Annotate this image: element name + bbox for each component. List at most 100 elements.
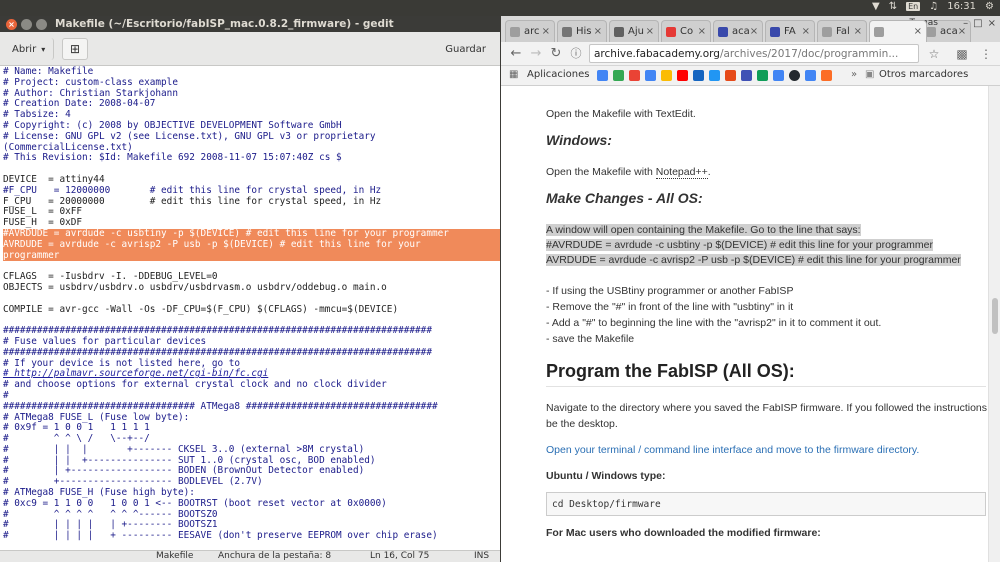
browser-tab[interactable]: arc ×	[505, 20, 555, 42]
other-bookmarks[interactable]: Otros marcadores	[879, 69, 968, 80]
bookmark-indigo-icon[interactable]	[741, 70, 752, 81]
gear-icon	[614, 26, 624, 37]
heading-make-changes: Make Changes - All OS:	[546, 190, 703, 206]
browser-tab[interactable]: aca ×	[713, 20, 763, 42]
bookmark-blue-icon[interactable]	[709, 70, 720, 81]
close-tab-icon[interactable]: ×	[802, 26, 810, 37]
code-content[interactable]: # Name: Makefile # Project: custom-class …	[0, 66, 500, 542]
history-icon	[562, 26, 572, 37]
list-item-usbtiny: - If using the USBtiny programmer or ano…	[546, 285, 794, 297]
browser-tab-label: His	[576, 26, 592, 37]
heading-program-fabisp: Program the FabISP (All OS):	[546, 361, 795, 381]
close-tab-icon[interactable]: ×	[646, 26, 654, 37]
bookmark-green-icon[interactable]	[757, 70, 768, 81]
fab-icon	[718, 26, 728, 37]
bookmark-calendar-icon[interactable]	[805, 70, 816, 81]
wifi-icon[interactable]: ▼	[872, 1, 880, 12]
browser-tab-label: aca	[732, 26, 750, 37]
apps-grid-icon[interactable]: ▦	[509, 69, 518, 80]
bookmark-google2-icon[interactable]	[773, 70, 784, 81]
browser-tab[interactable]: ×	[869, 20, 927, 42]
reload-icon[interactable]: ↻	[547, 45, 565, 63]
close-icon[interactable]: ×	[988, 18, 996, 29]
code-line[interactable]: #F_CPU = 12000000 # edit this line for c…	[3, 185, 500, 197]
paragraph-notepad-post: .	[707, 166, 711, 178]
close-icon[interactable]: ×	[6, 18, 17, 30]
language-selector[interactable]: Makefile	[156, 551, 193, 561]
code-line[interactable]: COMPILE = avr-gcc -Wall -Os -DF_CPU=$(F_…	[3, 304, 500, 316]
code-line[interactable]: # This Revision: $Id: Makefile 692 2008-…	[3, 153, 500, 164]
back-icon[interactable]: ←	[507, 45, 525, 63]
minimize-icon[interactable]: –	[963, 18, 968, 29]
web-page-content: Open the Makefile with TextEdit. Windows…	[501, 86, 1000, 562]
code-line[interactable]: OBJECTS = usbdrv/usbdrv.o usbdrv/usbdrva…	[3, 282, 500, 294]
url-host: archive.fabacademy.org	[594, 47, 720, 60]
bookmark-github-icon[interactable]	[789, 70, 800, 81]
code-block[interactable]: cd Desktop/firmware	[546, 492, 986, 516]
bookmark-youtube-icon[interactable]	[677, 70, 688, 81]
keyboard-layout-indicator[interactable]: En	[906, 2, 921, 11]
bookmark-gmail-icon[interactable]	[629, 70, 640, 81]
bookmark-gitlab-icon[interactable]	[821, 70, 832, 81]
scrollbar-thumb[interactable]	[992, 298, 998, 334]
close-tab-icon[interactable]: ×	[542, 26, 550, 37]
code-line[interactable]: # | | | | + --------- EESAVE (don't pres…	[3, 530, 500, 542]
bookmark-orange-icon[interactable]	[725, 70, 736, 81]
gedit-toolbar: Abrir ▾ ⊞ Guardar	[0, 32, 500, 66]
browser-tab-label: Aju	[628, 26, 644, 37]
extension-icon[interactable]: ▩	[953, 45, 971, 63]
volume-icon[interactable]: ♫	[929, 1, 938, 12]
code-line[interactable]: # License: GNU GPL v2 (see License.txt),…	[3, 131, 500, 143]
bookmark-slides-icon[interactable]	[661, 70, 672, 81]
bookmark-docs-icon[interactable]	[645, 70, 656, 81]
overflow-chevron-icon[interactable]: »	[851, 69, 857, 80]
browser-tab[interactable]: Aju ×	[609, 20, 659, 42]
paragraph-window-opens: A window will open containing the Makefi…	[546, 224, 861, 236]
close-tab-icon[interactable]: ×	[698, 26, 706, 37]
bookmarks-bar: ▦ Aplicaciones » ▣ Otros marcadores	[501, 66, 1000, 86]
browser-tab[interactable]: Co ×	[661, 20, 711, 42]
close-tab-icon[interactable]: ×	[914, 26, 922, 37]
code-line[interactable]: # Creation Date: 2008-04-07	[3, 99, 500, 110]
page-scrollbar[interactable]	[988, 86, 1000, 562]
save-button[interactable]: Guardar	[437, 38, 494, 60]
bluetooth-icon[interactable]: ⇅	[889, 1, 897, 12]
clock[interactable]: 16:31	[947, 1, 976, 12]
forward-icon[interactable]: →	[527, 45, 545, 63]
open-button[interactable]: Abrir ▾	[4, 38, 55, 60]
bookmark-drive-icon[interactable]	[613, 70, 624, 81]
menu-icon[interactable]: ⋮	[977, 45, 995, 63]
info-icon[interactable]: ⓘ	[567, 45, 585, 63]
power-gear-icon[interactable]: ⚙	[985, 1, 994, 12]
close-tab-icon[interactable]: ×	[750, 26, 758, 37]
chrome-window: arc×His×Aju×Co×aca×FA×Fal××aca× Tomas – …	[501, 16, 1000, 562]
tab-strip: arc×His×Aju×Co×aca×FA×Fal××aca× Tomas – …	[501, 16, 1000, 42]
new-document-button[interactable]: ⊞	[62, 38, 88, 60]
tab-width-selector[interactable]: Anchura de la pestaña: 8	[218, 551, 331, 561]
minimize-icon[interactable]	[21, 18, 32, 30]
browser-tab[interactable]: His ×	[557, 20, 607, 42]
code-line[interactable]: ################################## ATMeg…	[3, 401, 500, 413]
maximize-icon[interactable]: □	[973, 18, 982, 29]
folder-icon: ▣	[865, 69, 875, 80]
notepad-link[interactable]: Notepad++	[655, 166, 708, 179]
browser-tab[interactable]: Fal ×	[817, 20, 867, 42]
apps-bookmark[interactable]: Aplicaciones	[527, 69, 589, 80]
bookmark-google-icon[interactable]	[597, 70, 608, 81]
code-line[interactable]: programmer	[3, 250, 500, 262]
star-icon[interactable]: ☆	[925, 45, 943, 63]
bookmark-dsp-icon[interactable]	[693, 70, 704, 81]
code-line[interactable]: # and choose options for external crysta…	[3, 379, 500, 391]
page-icon	[822, 26, 832, 37]
browser-tab[interactable]: FA ×	[765, 20, 815, 42]
address-bar[interactable]: archive.fabacademy.org/archives/2017/doc…	[589, 44, 919, 63]
text-editor[interactable]: # Name: Makefile # Project: custom-class …	[0, 66, 500, 550]
close-tab-icon[interactable]: ×	[594, 26, 602, 37]
code-line[interactable]: AVRDUDE = avrdude -c avrisp2 -P usb -p $…	[3, 239, 500, 251]
code-line[interactable]: # Project: custom-class example	[3, 77, 500, 89]
code-line[interactable]	[3, 294, 500, 305]
list-item-add-hash: - Add a "#" to beginning the line with t…	[546, 317, 882, 329]
close-tab-icon[interactable]: ×	[854, 26, 862, 37]
maximize-icon[interactable]	[36, 18, 47, 30]
code-line[interactable]: ########################################…	[3, 347, 500, 359]
